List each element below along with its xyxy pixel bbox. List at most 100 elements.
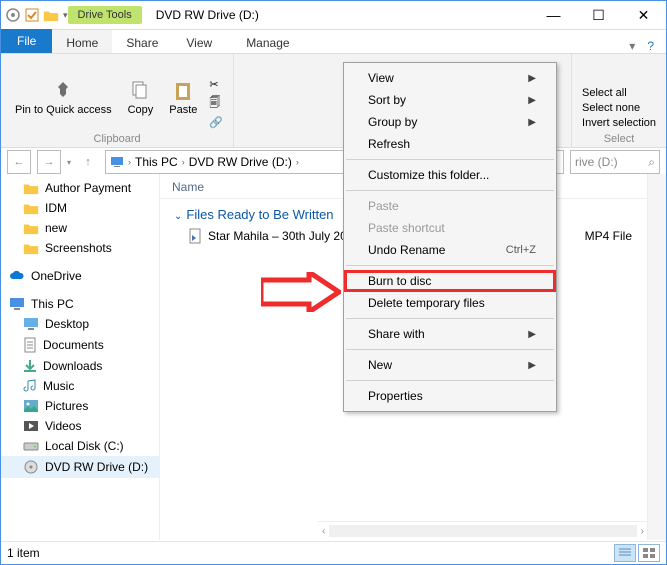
pc-icon bbox=[110, 155, 124, 169]
ctx-item-label: Share with bbox=[368, 327, 425, 341]
nav-item-screenshots[interactable]: Screenshots bbox=[1, 238, 159, 258]
recent-locations-icon[interactable]: ▾ bbox=[67, 158, 71, 167]
pc-icon bbox=[9, 297, 25, 311]
ctx-item-label: Delete temporary files bbox=[368, 296, 485, 310]
paste-shortcut-button[interactable]: 🔗 bbox=[209, 116, 223, 129]
checkbox-icon[interactable] bbox=[25, 8, 39, 22]
cloud-icon bbox=[9, 270, 25, 282]
submenu-arrow-icon: ▶ bbox=[528, 73, 536, 84]
nav-item-label: Screenshots bbox=[45, 241, 112, 255]
select-none-button[interactable]: Select none bbox=[582, 102, 656, 114]
nav-item-downloads[interactable]: Downloads bbox=[1, 356, 159, 376]
ctx-view[interactable]: View ▶ bbox=[344, 67, 556, 89]
nav-item-desktop[interactable]: Desktop bbox=[1, 314, 159, 334]
horizontal-scrollbar[interactable]: ‹ › bbox=[318, 521, 648, 540]
copy-icon bbox=[129, 80, 151, 102]
shortcut-icon: 🔗 bbox=[209, 116, 223, 129]
qat-down-icon[interactable]: ▾ bbox=[63, 10, 68, 21]
ctx-burn-to-disc[interactable]: Burn to disc bbox=[344, 270, 556, 292]
status-bar: 1 item bbox=[1, 541, 666, 564]
nav-item-author-payment[interactable]: Author Payment bbox=[1, 178, 159, 198]
up-button[interactable]: ↑ bbox=[77, 151, 99, 173]
tab-view[interactable]: View bbox=[172, 30, 226, 53]
ctx-item-label: Properties bbox=[368, 389, 423, 403]
ctx-group-by[interactable]: Group by ▶ bbox=[344, 111, 556, 133]
scroll-right-icon[interactable]: › bbox=[637, 526, 648, 537]
submenu-arrow-icon: ▶ bbox=[528, 117, 536, 128]
contextual-tab-drive-tools[interactable]: Drive Tools bbox=[68, 6, 142, 24]
submenu-arrow-icon: ▶ bbox=[528, 360, 536, 371]
back-button[interactable]: ← bbox=[7, 150, 31, 174]
ctx-delete-temporary-files[interactable]: Delete temporary files bbox=[344, 292, 556, 314]
nav-item-label: Author Payment bbox=[45, 181, 131, 195]
ctx-item-label: Undo Rename bbox=[368, 243, 445, 257]
ctx-undo-rename[interactable]: Undo Rename Ctrl+Z bbox=[344, 239, 556, 261]
pin-to-quick-access-button[interactable]: Pin to Quick access bbox=[11, 78, 116, 118]
navigation-pane[interactable]: Author Payment IDM new Screenshots OneDrive… bbox=[1, 174, 160, 540]
nav-item-label: Downloads bbox=[43, 359, 102, 373]
ribbon-collapse-icon[interactable]: ▾ bbox=[629, 39, 635, 53]
tab-share[interactable]: Share bbox=[112, 30, 172, 53]
search-placeholder: rive (D:) bbox=[575, 155, 618, 169]
file-name: Star Mahila – 30th July 2016 bbox=[208, 229, 360, 243]
tab-home[interactable]: Home bbox=[52, 30, 112, 53]
nav-item-music[interactable]: Music bbox=[1, 376, 159, 396]
invert-selection-button[interactable]: Invert selection bbox=[582, 117, 656, 129]
ctx-item-label: New bbox=[368, 358, 392, 372]
nav-item-label: Pictures bbox=[45, 399, 88, 413]
nav-this-pc[interactable]: This PC bbox=[1, 294, 159, 314]
nav-item-label: Documents bbox=[43, 338, 104, 352]
chevron-down-icon: ⌄ bbox=[174, 211, 182, 222]
ctx-properties[interactable]: Properties bbox=[344, 385, 556, 407]
ctx-item-label: Group by bbox=[368, 115, 417, 129]
copy-path-button[interactable]: 🗐 bbox=[209, 94, 223, 113]
ctx-refresh[interactable]: Refresh bbox=[344, 133, 556, 155]
item-count: 1 item bbox=[7, 546, 40, 560]
ctx-sort-by[interactable]: Sort by▶ bbox=[344, 89, 556, 111]
cut-button[interactable]: ✂ bbox=[209, 78, 223, 91]
nav-item-pictures[interactable]: Pictures bbox=[1, 396, 159, 416]
submenu-arrow-icon: ▶ bbox=[528, 329, 536, 340]
minimize-button[interactable]: — bbox=[531, 1, 576, 29]
nav-item-new[interactable]: new bbox=[1, 218, 159, 238]
nav-item-local-disk-c-[interactable]: Local Disk (C:) bbox=[1, 436, 159, 456]
tab-file[interactable]: File bbox=[1, 29, 52, 53]
select-all-button[interactable]: Select all bbox=[582, 87, 656, 99]
nav-item-label: IDM bbox=[45, 201, 67, 215]
copy-label: Copy bbox=[128, 104, 154, 116]
scroll-left-icon[interactable]: ‹ bbox=[318, 526, 329, 537]
ctx-customize-this-folder-[interactable]: Customize this folder... bbox=[344, 164, 556, 186]
details-view-button[interactable] bbox=[614, 544, 636, 562]
ribbon-group-select: Select all Select none Invert selection … bbox=[572, 54, 666, 147]
nav-onedrive[interactable]: OneDrive bbox=[1, 266, 159, 286]
nav-item-documents[interactable]: Documents bbox=[1, 334, 159, 356]
file-icon bbox=[188, 228, 202, 244]
ribbon-tabs: File Home Share View Manage ▾ ? bbox=[1, 30, 666, 54]
ctx-share-with[interactable]: Share with ▶ bbox=[344, 323, 556, 345]
crumb-drive[interactable]: DVD RW Drive (D:) bbox=[189, 155, 292, 169]
paste-label: Paste bbox=[169, 104, 197, 116]
help-icon[interactable]: ? bbox=[647, 39, 654, 53]
paste-button[interactable]: Paste bbox=[165, 78, 201, 118]
tab-manage[interactable]: Manage bbox=[232, 30, 303, 53]
ctx-shortcut: Ctrl+Z bbox=[506, 244, 536, 256]
ctx-item-label: View bbox=[368, 71, 394, 85]
ctx-new[interactable]: New ▶ bbox=[344, 354, 556, 376]
pin-label: Pin to Quick access bbox=[15, 104, 112, 116]
nav-item-dvd-rw-drive-d-[interactable]: DVD RW Drive (D:) bbox=[1, 456, 159, 478]
annotation-arrow bbox=[261, 272, 341, 312]
nav-item-videos[interactable]: Videos bbox=[1, 416, 159, 436]
ctx-item-label: Paste bbox=[368, 199, 399, 213]
forward-button[interactable]: → bbox=[37, 150, 61, 174]
maximize-button[interactable]: ☐ bbox=[576, 1, 621, 29]
explorer-body: Author Payment IDM new Screenshots OneDrive… bbox=[1, 174, 666, 540]
close-button[interactable]: ✕ bbox=[621, 1, 666, 29]
icons-view-button[interactable] bbox=[638, 544, 660, 562]
copy-button[interactable]: Copy bbox=[124, 78, 158, 118]
select-all-label: Select all bbox=[582, 87, 627, 99]
vertical-scrollbar[interactable] bbox=[647, 174, 666, 540]
search-input[interactable]: rive (D:) ⌕ bbox=[570, 150, 660, 174]
nav-item-idm[interactable]: IDM bbox=[1, 198, 159, 218]
folder-icon[interactable] bbox=[43, 9, 59, 22]
crumb-this-pc[interactable]: This PC bbox=[135, 155, 178, 169]
